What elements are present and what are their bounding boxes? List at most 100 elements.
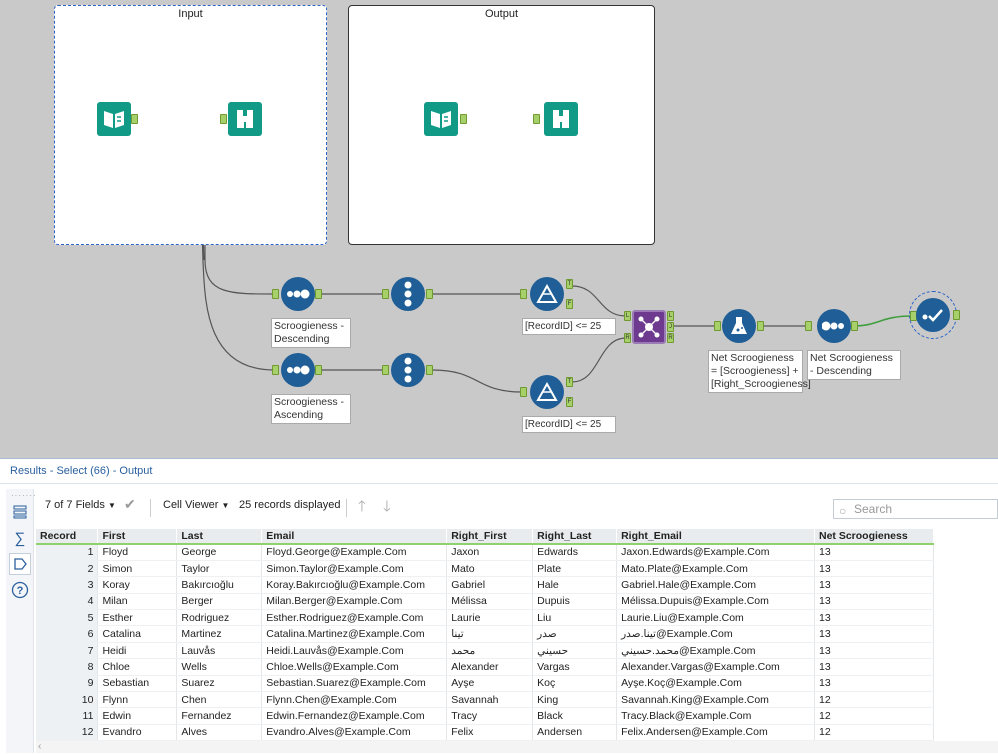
record-number-cell[interactable]: 4: [36, 593, 99, 611]
join-output-anchor[interactable]: J: [667, 322, 674, 332]
sort-tool-descending[interactable]: [281, 277, 315, 311]
table-row[interactable]: 9 Sebastian Suarez Sebastian.Suarez@Example…: [36, 675, 934, 693]
arrow-down-icon[interactable]: 🡓: [383, 496, 391, 521]
table-cell[interactable]: Catalina: [97, 625, 178, 643]
table-cell[interactable]: Mato: [446, 560, 534, 578]
column-header[interactable]: Email: [261, 529, 448, 545]
right-output-anchor[interactable]: R: [667, 333, 674, 343]
record-id-tool-bottom[interactable]: [391, 353, 425, 387]
table-cell[interactable]: Evandro: [97, 724, 178, 742]
table-cell[interactable]: Savannah: [446, 691, 534, 709]
input-anchor[interactable]: [805, 321, 812, 331]
table-cell[interactable]: 13: [814, 642, 934, 660]
table-cell[interactable]: George: [176, 544, 263, 561]
right-anchor[interactable]: R: [624, 333, 631, 343]
input-anchor[interactable]: [382, 365, 389, 375]
filter-tool-top[interactable]: [530, 277, 564, 311]
grip-handle[interactable]: ·······: [11, 491, 37, 500]
table-cell[interactable]: Tracy: [446, 707, 534, 725]
table-cell[interactable]: Mato.Plate@Example.Com: [616, 560, 815, 578]
table-cell[interactable]: محمد.حسيني@Example.Com: [616, 642, 815, 660]
column-header[interactable]: Right_First: [446, 529, 534, 545]
output-anchor[interactable]: [315, 289, 322, 299]
table-cell[interactable]: Heidi.Lauvås@Example.Com: [261, 642, 448, 660]
table-cell[interactable]: Edwin.Fernandez@Example.Com: [261, 707, 448, 725]
table-row[interactable]: 6 Catalina Martinez Catalina.Martinez@Examp…: [36, 625, 934, 643]
input-data-tool[interactable]: [97, 102, 131, 136]
input-anchor[interactable]: [714, 321, 721, 331]
browse-tool-output[interactable]: [544, 102, 578, 136]
table-cell[interactable]: 13: [814, 544, 934, 561]
column-header[interactable]: Last: [176, 529, 263, 545]
table-cell[interactable]: تينا: [446, 625, 534, 643]
table-cell[interactable]: Koray: [97, 576, 178, 594]
output-anchor[interactable]: [426, 365, 433, 375]
table-cell[interactable]: Chen: [176, 691, 263, 709]
table-cell[interactable]: Esther.Rodriguez@Example.Com: [261, 609, 448, 627]
record-number-cell[interactable]: 10: [36, 691, 99, 709]
table-cell[interactable]: Chloe.Wells@Example.Com: [261, 658, 448, 676]
table-cell[interactable]: Gabriel: [446, 576, 534, 594]
checkmark-icon[interactable]: ✔: [124, 496, 136, 513]
table-cell[interactable]: Felix: [446, 724, 534, 742]
table-row[interactable]: 11 Edwin Fernandez Edwin.Fernandez@Example.…: [36, 707, 934, 725]
table-cell[interactable]: Evandro.Alves@Example.Com: [261, 724, 448, 742]
table-cell[interactable]: 13: [814, 560, 934, 578]
table-cell[interactable]: King: [532, 691, 618, 709]
sort-tool-net[interactable]: [817, 309, 851, 343]
table-cell[interactable]: Laurie.Liu@Example.Com: [616, 609, 815, 627]
table-cell[interactable]: Gabriel.Hale@Example.Com: [616, 576, 815, 594]
record-number-cell[interactable]: 6: [36, 625, 99, 643]
table-cell[interactable]: Suarez: [176, 675, 263, 693]
input-container[interactable]: Input: [54, 5, 327, 245]
table-cell[interactable]: 13: [814, 593, 934, 611]
table-cell[interactable]: Mélissa: [446, 593, 534, 611]
table-cell[interactable]: Flynn.Chen@Example.Com: [261, 691, 448, 709]
help-icon[interactable]: ?: [9, 579, 31, 601]
filter-tool-bottom[interactable]: [530, 375, 564, 409]
results-grid[interactable]: Record First Last Email Right_First Righ…: [36, 529, 934, 742]
table-cell[interactable]: Wells: [176, 658, 263, 676]
input-data-tool-output[interactable]: [424, 102, 458, 136]
table-cell[interactable]: Berger: [176, 593, 263, 611]
table-cell[interactable]: Alexander: [446, 658, 534, 676]
table-cell[interactable]: صدر: [532, 625, 618, 643]
table-cell[interactable]: Floyd.George@Example.Com: [261, 544, 448, 561]
record-number-cell[interactable]: 11: [36, 707, 99, 725]
input-anchor[interactable]: [382, 289, 389, 299]
output-anchor[interactable]: [953, 310, 960, 320]
table-row[interactable]: 2 Simon Taylor Simon.Taylor@Example.Com Mato…: [36, 560, 934, 578]
table-cell[interactable]: 13: [814, 658, 934, 676]
record-number-cell[interactable]: 5: [36, 609, 99, 627]
table-row[interactable]: 10 Flynn Chen Flynn.Chen@Example.Com Savanna…: [36, 691, 934, 709]
table-row[interactable]: 1 Floyd George Floyd.George@Example.Com Jaxo…: [36, 544, 934, 561]
table-cell[interactable]: Jaxon: [446, 544, 534, 561]
table-cell[interactable]: 13: [814, 675, 934, 693]
sort-tool-ascending[interactable]: [281, 353, 315, 387]
table-cell[interactable]: Hale: [532, 576, 618, 594]
record-number-cell[interactable]: 1: [36, 544, 99, 561]
table-cell[interactable]: Lauvås: [176, 642, 263, 660]
table-cell[interactable]: 13: [814, 576, 934, 594]
select-tool[interactable]: [909, 291, 957, 339]
fields-dropdown[interactable]: 7 of 7 Fields ▼: [45, 499, 116, 511]
table-cell[interactable]: Black: [532, 707, 618, 725]
table-cell[interactable]: Sebastian.Suarez@Example.Com: [261, 675, 448, 693]
table-cell[interactable]: Simon.Taylor@Example.Com: [261, 560, 448, 578]
table-cell[interactable]: Flynn: [97, 691, 178, 709]
table-cell[interactable]: Alves: [176, 724, 263, 742]
table-cell[interactable]: Esther: [97, 609, 178, 627]
table-cell[interactable]: Ayşe.Koç@Example.Com: [616, 675, 815, 693]
table-cell[interactable]: Ayşe: [446, 675, 534, 693]
output-anchor[interactable]: [460, 114, 467, 124]
table-cell[interactable]: محمد: [446, 642, 534, 660]
column-header[interactable]: Right_Email: [616, 529, 815, 545]
table-cell[interactable]: 13: [814, 625, 934, 643]
output-anchor[interactable]: [851, 321, 858, 331]
output-anchor[interactable]: [426, 289, 433, 299]
left-output-anchor[interactable]: L: [667, 311, 674, 321]
true-anchor[interactable]: T: [566, 279, 573, 289]
table-cell[interactable]: Vargas: [532, 658, 618, 676]
list-view-icon[interactable]: [9, 501, 31, 523]
table-cell[interactable]: Simon: [97, 560, 178, 578]
